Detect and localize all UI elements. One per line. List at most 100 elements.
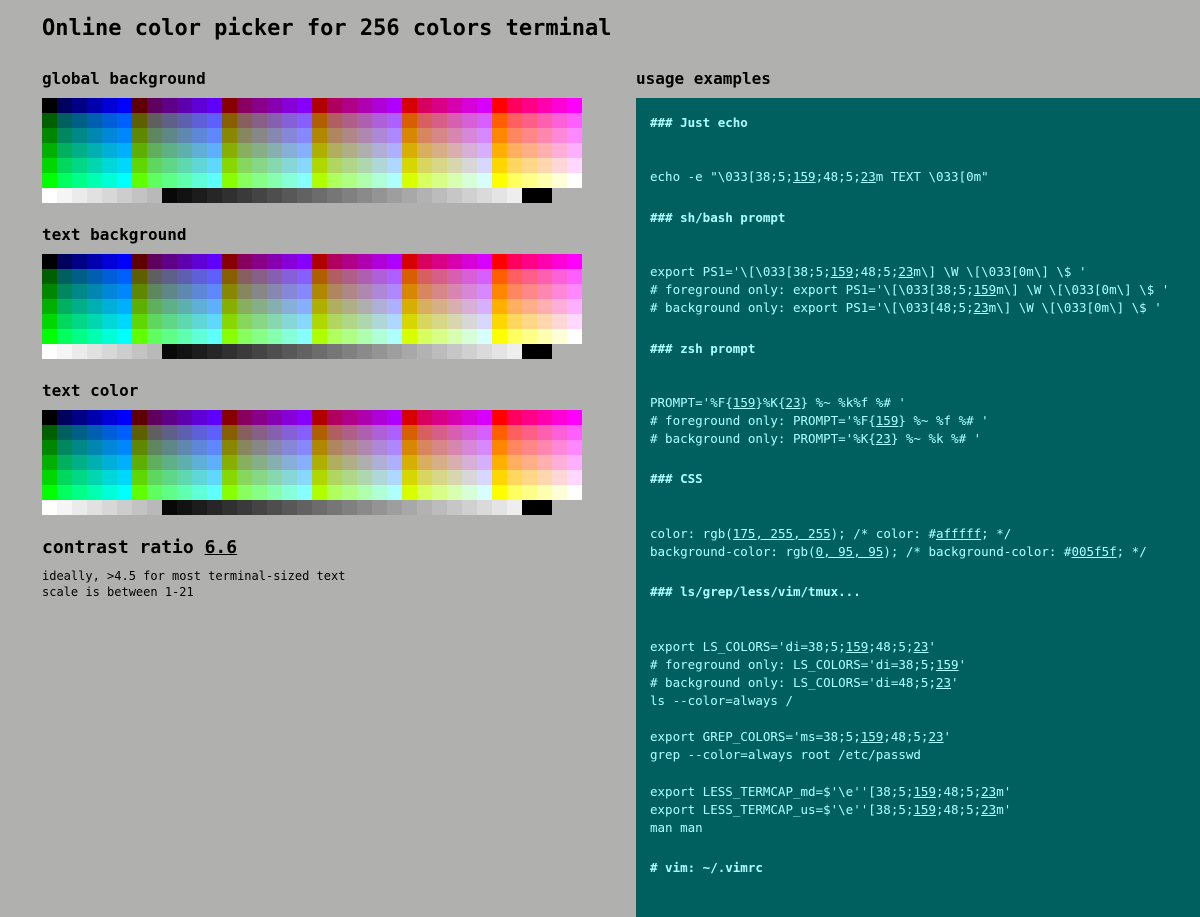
color-swatch[interactable]: [432, 440, 447, 455]
color-swatch[interactable]: [102, 500, 117, 515]
color-swatch[interactable]: [252, 314, 267, 329]
color-swatch[interactable]: [42, 143, 57, 158]
color-swatch[interactable]: [162, 299, 177, 314]
color-swatch[interactable]: [312, 344, 327, 359]
color-swatch[interactable]: [42, 128, 57, 143]
color-swatch[interactable]: [117, 440, 132, 455]
color-swatch[interactable]: [282, 269, 297, 284]
color-swatch[interactable]: [222, 158, 237, 173]
color-swatch[interactable]: [567, 128, 582, 143]
color-swatch[interactable]: [57, 98, 72, 113]
color-swatch[interactable]: [237, 314, 252, 329]
color-swatch[interactable]: [102, 173, 117, 188]
color-swatch[interactable]: [447, 344, 462, 359]
color-swatch[interactable]: [342, 425, 357, 440]
color-swatch[interactable]: [312, 158, 327, 173]
color-swatch[interactable]: [207, 410, 222, 425]
color-swatch[interactable]: [297, 173, 312, 188]
color-swatch[interactable]: [492, 485, 507, 500]
color-swatch[interactable]: [297, 254, 312, 269]
color-swatch[interactable]: [447, 98, 462, 113]
color-swatch[interactable]: [42, 440, 57, 455]
color-swatch[interactable]: [552, 143, 567, 158]
color-swatch[interactable]: [297, 500, 312, 515]
color-swatch[interactable]: [237, 485, 252, 500]
color-swatch[interactable]: [237, 98, 252, 113]
color-swatch[interactable]: [312, 455, 327, 470]
color-swatch[interactable]: [87, 128, 102, 143]
color-swatch[interactable]: [372, 425, 387, 440]
color-swatch[interactable]: [507, 455, 522, 470]
color-swatch[interactable]: [117, 314, 132, 329]
color-swatch[interactable]: [462, 188, 477, 203]
color-swatch[interactable]: [387, 113, 402, 128]
color-swatch[interactable]: [522, 188, 537, 203]
color-swatch[interactable]: [72, 188, 87, 203]
color-swatch[interactable]: [522, 500, 537, 515]
color-swatch[interactable]: [507, 188, 522, 203]
color-swatch[interactable]: [177, 173, 192, 188]
color-swatch[interactable]: [57, 485, 72, 500]
color-swatch[interactable]: [402, 254, 417, 269]
color-swatch[interactable]: [312, 98, 327, 113]
color-swatch[interactable]: [267, 269, 282, 284]
color-swatch[interactable]: [372, 314, 387, 329]
color-swatch[interactable]: [57, 158, 72, 173]
color-swatch[interactable]: [237, 425, 252, 440]
color-swatch[interactable]: [72, 470, 87, 485]
color-swatch[interactable]: [282, 470, 297, 485]
color-swatch[interactable]: [252, 425, 267, 440]
color-swatch[interactable]: [537, 470, 552, 485]
palette-text-color[interactable]: [42, 410, 590, 515]
color-swatch[interactable]: [132, 299, 147, 314]
color-swatch[interactable]: [237, 254, 252, 269]
color-swatch[interactable]: [222, 314, 237, 329]
color-swatch[interactable]: [402, 455, 417, 470]
color-swatch[interactable]: [432, 254, 447, 269]
color-swatch[interactable]: [132, 455, 147, 470]
color-swatch[interactable]: [372, 188, 387, 203]
color-swatch[interactable]: [297, 314, 312, 329]
color-swatch[interactable]: [447, 440, 462, 455]
color-swatch[interactable]: [87, 269, 102, 284]
color-swatch[interactable]: [477, 173, 492, 188]
color-swatch[interactable]: [42, 173, 57, 188]
color-swatch[interactable]: [177, 269, 192, 284]
color-swatch[interactable]: [522, 455, 537, 470]
color-swatch[interactable]: [192, 425, 207, 440]
color-swatch[interactable]: [387, 455, 402, 470]
color-swatch[interactable]: [447, 284, 462, 299]
color-swatch[interactable]: [237, 128, 252, 143]
color-swatch[interactable]: [252, 98, 267, 113]
color-swatch[interactable]: [237, 269, 252, 284]
color-swatch[interactable]: [162, 314, 177, 329]
color-swatch[interactable]: [522, 425, 537, 440]
color-swatch[interactable]: [327, 485, 342, 500]
color-swatch[interactable]: [312, 329, 327, 344]
color-swatch[interactable]: [567, 299, 582, 314]
color-swatch[interactable]: [282, 188, 297, 203]
color-swatch[interactable]: [312, 128, 327, 143]
color-swatch[interactable]: [327, 269, 342, 284]
color-swatch[interactable]: [252, 329, 267, 344]
color-swatch[interactable]: [417, 173, 432, 188]
color-swatch[interactable]: [162, 284, 177, 299]
color-swatch[interactable]: [387, 143, 402, 158]
color-swatch[interactable]: [147, 455, 162, 470]
color-swatch[interactable]: [507, 329, 522, 344]
color-swatch[interactable]: [507, 440, 522, 455]
color-swatch[interactable]: [207, 455, 222, 470]
color-swatch[interactable]: [357, 284, 372, 299]
color-swatch[interactable]: [162, 329, 177, 344]
color-swatch[interactable]: [102, 410, 117, 425]
color-swatch[interactable]: [72, 485, 87, 500]
color-swatch[interactable]: [342, 284, 357, 299]
color-swatch[interactable]: [192, 128, 207, 143]
color-swatch[interactable]: [357, 128, 372, 143]
color-swatch[interactable]: [57, 284, 72, 299]
color-swatch[interactable]: [147, 314, 162, 329]
color-swatch[interactable]: [192, 113, 207, 128]
color-swatch[interactable]: [282, 410, 297, 425]
color-swatch[interactable]: [42, 188, 57, 203]
color-swatch[interactable]: [207, 425, 222, 440]
